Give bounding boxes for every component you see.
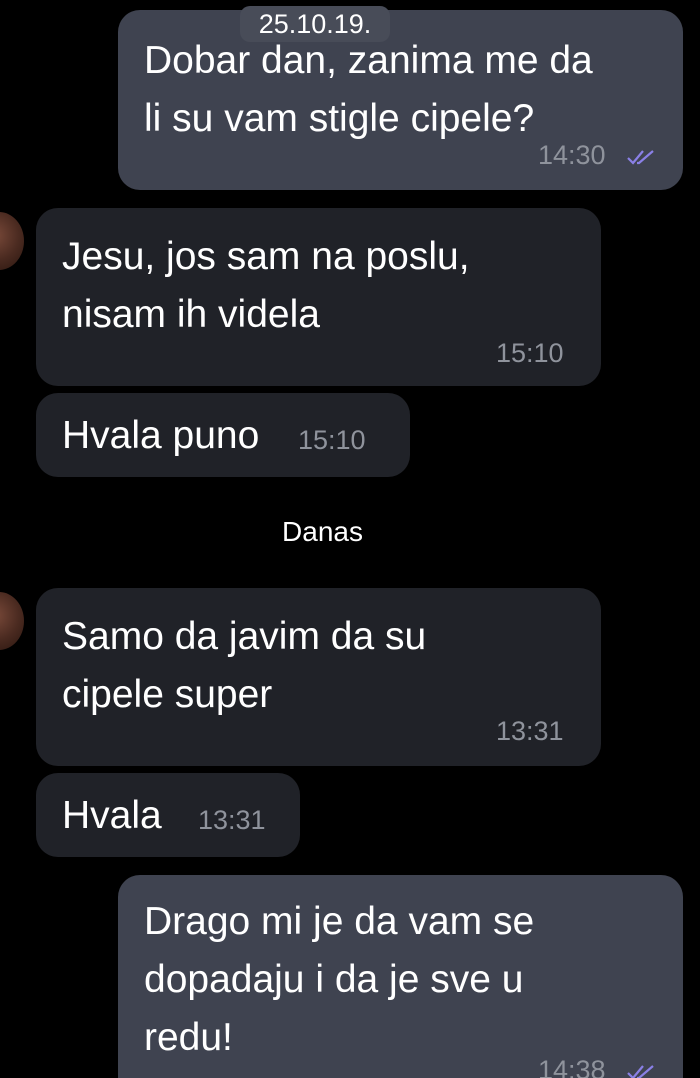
message-time: 15:10 — [496, 338, 564, 368]
message-time: 15:10 — [298, 425, 366, 455]
message-bubble-outgoing[interactable]: Dobar dan, zanima me da li su vam stigle… — [118, 10, 683, 190]
date-separator: Danas — [282, 516, 363, 547]
message-text: Dobar dan, zanima me da li su vam stigle… — [144, 39, 593, 140]
message-bubble-incoming[interactable]: Jesu, jos sam na poslu, nisam ih videla … — [36, 208, 601, 386]
message-text: Jesu, jos sam na poslu, nisam ih videla — [62, 235, 470, 336]
message-bubble-incoming[interactable]: Samo da javim da su cipele super 13:31 — [36, 588, 601, 766]
contact-avatar[interactable] — [0, 212, 24, 270]
message-bubble-outgoing[interactable]: Drago mi je da vam se dopadaju i da je s… — [118, 875, 683, 1078]
message-time: 13:31 — [496, 716, 564, 746]
message-bubble-incoming[interactable]: Hvala 13:31 — [36, 773, 300, 857]
chat-screen[interactable]: Dobar dan, zanima me da li su vam stigle… — [0, 0, 700, 1078]
contact-avatar[interactable] — [0, 592, 24, 650]
message-text: Hvala puno — [62, 414, 260, 457]
message-time: 13:31 — [198, 805, 266, 835]
message-text: Samo da javim da su cipele super — [62, 615, 427, 716]
double-check-icon — [627, 1065, 654, 1078]
message-time: 14:38 — [538, 1055, 606, 1078]
message-text: Drago mi je da vam se dopadaju i da je s… — [144, 900, 535, 1059]
double-check-icon — [627, 150, 654, 165]
message-text: Hvala — [62, 794, 162, 837]
message-bubble-incoming[interactable]: Hvala puno 15:10 — [36, 393, 410, 477]
date-chip: 25.10.19. — [240, 6, 390, 42]
message-time: 14:30 — [538, 140, 606, 170]
